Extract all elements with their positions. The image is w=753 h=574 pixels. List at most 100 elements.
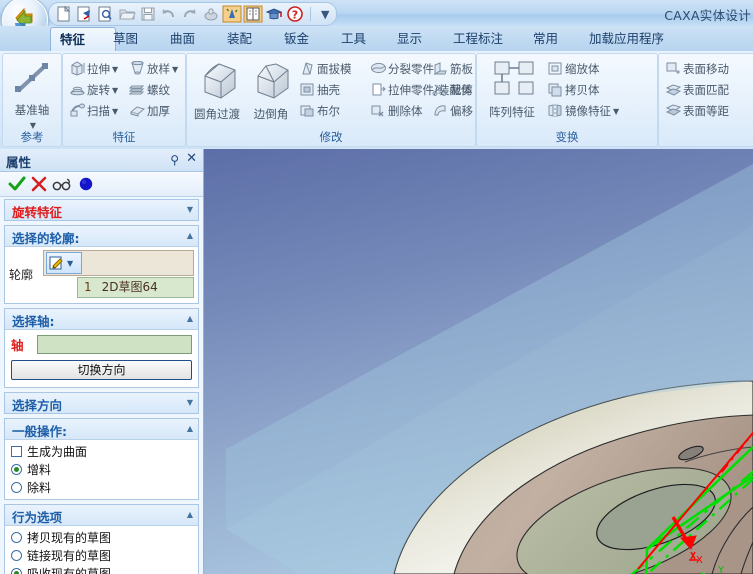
face-offset-button[interactable]: 表面等距 (665, 101, 729, 121)
ribbon-group-direct: 表面移动 表面匹配 表面等距 直接 (658, 53, 753, 147)
boolean-button[interactable]: 布尔 (299, 101, 340, 121)
datum-axis-label: 基准轴 (9, 102, 55, 118)
tab-common[interactable]: 常用 (524, 27, 567, 51)
selected-profile-label: 选择的轮廓: (12, 228, 80, 247)
trim-button[interactable]: 裁剪 (432, 80, 473, 100)
fillet-button[interactable]: 圆角过渡 (189, 58, 245, 122)
delete-body-icon (370, 103, 387, 118)
profile-list-item[interactable]: 12D草图64 (77, 277, 194, 298)
sweep-button[interactable]: 扫描▼ (69, 101, 118, 121)
face-draft-button[interactable]: 面拔模 (299, 59, 352, 79)
pin-icon[interactable]: ⚲ (170, 153, 179, 167)
chevron-up-icon[interactable]: ▲ (187, 510, 193, 519)
sweep-icon (69, 103, 86, 118)
thicken-button[interactable]: 加厚 (129, 101, 170, 121)
remove-material-label: 除料 (27, 479, 51, 496)
learn-icon[interactable] (264, 5, 284, 23)
option-link-sketch-row[interactable]: 链接现有的草图 (10, 546, 193, 564)
face-match-button[interactable]: 表面匹配 (665, 80, 729, 100)
surface-checkbox[interactable] (11, 446, 22, 457)
behavior-options-header[interactable]: 行为选项 ▲ (5, 505, 198, 526)
select-direction-header[interactable]: 选择方向 ▼ (5, 393, 198, 413)
option-add-material-row[interactable]: 增料 (10, 460, 193, 478)
flip-direction-button[interactable]: 切换方向 (11, 360, 192, 380)
copy-body-button[interactable]: 拷贝体 (547, 80, 600, 100)
option-remove-material-row[interactable]: 除料 (10, 478, 193, 496)
tab-assembly[interactable]: 装配 (218, 27, 261, 51)
face-move-label: 表面移动 (683, 62, 729, 76)
pattern-feature-button[interactable]: 阵列特征 (481, 58, 543, 120)
pattern-feature-icon (489, 58, 541, 100)
link-sketch-label: 链接现有的草图 (27, 547, 111, 564)
axis-input[interactable] (37, 335, 192, 354)
glasses-preview-icon[interactable] (52, 176, 72, 195)
face-offset-icon (665, 103, 682, 118)
new-part-icon[interactable] (75, 5, 95, 23)
copy-body-label: 拷贝体 (565, 83, 600, 97)
shell-label: 抽壳 (317, 83, 340, 97)
chevron-down-icon[interactable]: ▼ (67, 259, 73, 268)
confirm-check-icon[interactable] (8, 176, 26, 195)
link-sketch-radio[interactable] (11, 550, 22, 561)
scale-body-icon (547, 61, 564, 76)
loft-button[interactable]: 放样▼ (129, 59, 178, 79)
face-move-button[interactable]: 表面移动 (665, 59, 729, 79)
help-icon[interactable]: ? (285, 5, 305, 23)
scale-body-button[interactable]: 缩放体 (547, 59, 600, 79)
shell-button[interactable]: 抽壳 (299, 80, 340, 100)
tab-addins[interactable]: 加载应用程序 (580, 27, 673, 51)
remove-material-radio[interactable] (11, 482, 22, 493)
mirror-feature-button[interactable]: 镜像特征▼ (547, 101, 619, 121)
page-title: 属性 (6, 152, 31, 171)
sketch-edit-button[interactable]: ▼ (46, 252, 82, 274)
feature-type-header[interactable]: 旋转特征 ▼ (5, 200, 198, 220)
tab-annotation[interactable]: 工程标注 (444, 27, 512, 51)
chevron-down-icon: ▼ (112, 65, 118, 74)
tab-sketch[interactable]: 草图 (104, 27, 147, 51)
absorb-sketch-radio[interactable] (11, 568, 22, 574)
qat-customize-icon[interactable]: ▼ (321, 8, 329, 21)
open-recent-icon[interactable] (96, 5, 116, 23)
copy-sketch-radio[interactable] (11, 532, 22, 543)
color-sphere-icon[interactable] (78, 176, 94, 195)
catalog-icon[interactable] (243, 5, 263, 23)
option-absorb-sketch-row[interactable]: 吸收现有的草图 (10, 564, 193, 574)
chevron-up-icon[interactable]: ▲ (187, 231, 193, 240)
extrude-button[interactable]: 拉伸▼ (69, 59, 118, 79)
tab-display[interactable]: 显示 (388, 27, 431, 51)
rib-button[interactable]: 筋板 (432, 59, 473, 79)
new-icon[interactable] (54, 5, 74, 23)
design-element-icon[interactable] (222, 5, 242, 23)
datum-axis-button[interactable]: 基准轴 ▼ (9, 58, 55, 132)
chevron-up-icon[interactable]: ▲ (187, 424, 193, 433)
tab-tools[interactable]: 工具 (332, 27, 375, 51)
chevron-down-icon[interactable]: ▼ (187, 398, 193, 407)
option-surface-row[interactable]: 生成为曲面 (10, 442, 193, 460)
tab-sheetmetal[interactable]: 钣金 (275, 27, 318, 51)
general-operations-header[interactable]: 一般操作: ▲ (5, 419, 198, 440)
chevron-up-icon[interactable]: ▲ (187, 314, 193, 323)
close-icon[interactable]: ✕ (186, 151, 197, 166)
cancel-cross-icon[interactable] (30, 176, 48, 195)
split-part-button[interactable]: 分裂零件 (370, 59, 434, 79)
selected-profile-header[interactable]: 选择的轮廓: ▲ (5, 226, 198, 247)
face-move-icon (665, 61, 682, 76)
title-bar: CAXA实体设计 (0, 0, 753, 27)
profile-input-box[interactable]: ▼ (43, 250, 194, 276)
3d-viewport[interactable]: Y X (204, 149, 753, 574)
chamfer-button[interactable]: 边倒角 (245, 58, 297, 122)
delete-body-button[interactable]: 删除体 (370, 101, 423, 121)
sketch-line-c (646, 549, 647, 574)
thread-button[interactable]: 螺纹 (129, 80, 170, 100)
pattern-feature-label: 阵列特征 (481, 104, 543, 120)
rib-icon (432, 61, 449, 76)
chevron-down-icon[interactable]: ▼ (187, 205, 193, 214)
tab-surface[interactable]: 曲面 (161, 27, 204, 51)
select-axis-header[interactable]: 选择轴: ▲ (5, 309, 198, 330)
offset-button[interactable]: 偏移 (432, 101, 473, 121)
revolve-button[interactable]: 旋转▼ (69, 80, 118, 100)
ribbon-group-transform-label: 变换 (477, 129, 657, 145)
option-copy-sketch-row[interactable]: 拷贝现有的草图 (10, 528, 193, 546)
ribbon-group-feature-label: 特征 (63, 129, 185, 145)
add-material-radio[interactable] (11, 464, 22, 475)
